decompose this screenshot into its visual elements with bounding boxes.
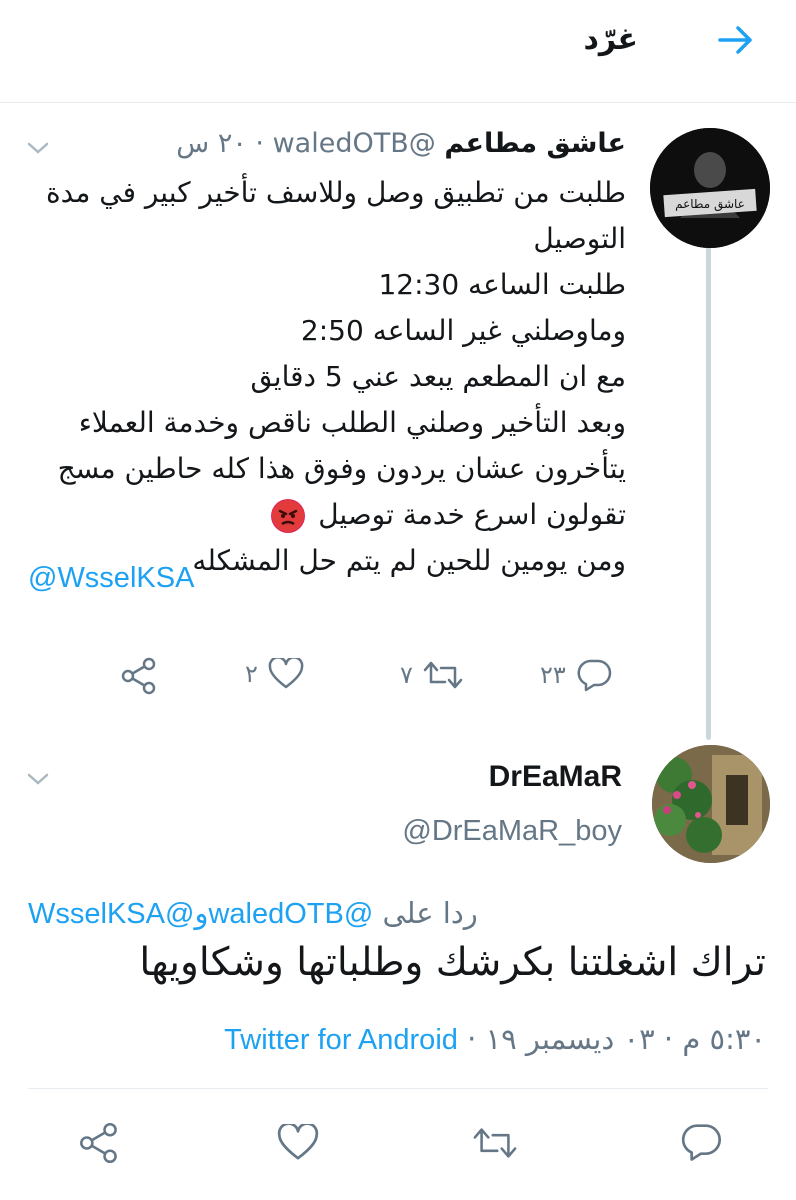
mention-link[interactable]: @WsselKSA <box>28 562 194 595</box>
tweet-timestamp: ٥:٣٠ م · ٠٣ ديسمبر ١٩ · <box>467 1022 766 1056</box>
share-icon[interactable] <box>78 1122 120 1164</box>
heart-icon[interactable] <box>277 1124 319 1162</box>
author-handle[interactable]: @DrEaMaR_boy <box>402 815 622 848</box>
avatar-caption: عاشق مطاعم <box>675 197 745 212</box>
tweet-line: يتأخرون عشان يردون وفوق هذا كله حاطين مس… <box>57 452 626 485</box>
mention-link[interactable]: @waledOTB <box>208 898 373 930</box>
divider <box>28 1088 768 1089</box>
mention-link[interactable]: @WsselKSA <box>28 898 194 930</box>
avatar[interactable] <box>652 745 770 863</box>
retweet-icon <box>423 661 463 689</box>
tweet-line: مع ان المطعم يبعد عني 5 دقايق <box>250 360 626 393</box>
tweet-line: التوصيل <box>533 222 626 255</box>
chevron-down-icon[interactable] <box>26 140 50 156</box>
angry-face-icon <box>271 499 306 533</box>
page-title: غرّد <box>583 22 638 57</box>
tweet-text: طلبت من تطبيق وصل وللاسف تأخير كبير في م… <box>26 170 626 584</box>
like-action[interactable]: ٢ <box>245 658 304 690</box>
tweet-line: وبعد التأخير وصلني الطلب ناقص وخدمة العم… <box>78 406 626 439</box>
reply-count: ٢٣ <box>540 661 566 689</box>
tweet-line: تقولون اسرع خدمة توصيل <box>318 498 626 531</box>
author-name[interactable]: DrEaMaR <box>489 760 622 794</box>
reply-prefix: ردا على <box>382 896 478 930</box>
tweet-header: عاشق مطاعم @waledOTB · ٢٠ س <box>176 128 626 159</box>
author-handle[interactable]: @waledOTB <box>273 128 436 159</box>
reply-and: و <box>194 898 209 930</box>
top-bar: غرّد <box>0 0 796 103</box>
retweet-action[interactable]: ٧ <box>400 658 463 692</box>
heart-icon <box>268 658 304 689</box>
arrow-right-icon <box>718 26 752 54</box>
retweet-count: ٧ <box>400 661 413 689</box>
avatar-image <box>652 745 770 863</box>
back-button[interactable] <box>714 18 758 62</box>
share-action[interactable] <box>120 657 158 695</box>
reply-context: ردا على @waledOTBو@WsselKSA <box>28 896 478 931</box>
reply-icon <box>577 659 612 692</box>
reply-icon[interactable] <box>680 1122 722 1162</box>
tweet-line: طلبت الساعه 12:30 <box>378 268 626 301</box>
tweet-line: وماوصلني غير الساعه 2:50 <box>300 314 626 347</box>
tweet-meta: ٥:٣٠ م · ٠٣ ديسمبر ١٩ · Twitter for Andr… <box>224 1022 766 1057</box>
chevron-down-icon[interactable] <box>26 771 50 787</box>
avatar-image: عاشق مطاعم <box>650 128 770 248</box>
avatar[interactable]: عاشق مطاعم <box>650 128 770 248</box>
retweet-icon[interactable] <box>472 1124 518 1162</box>
tweet-line: طلبت من تطبيق وصل وللاسف تأخير كبير في م… <box>45 176 626 209</box>
tweet-source[interactable]: Twitter for Android <box>224 1024 458 1056</box>
tweet-text: تراك اشغلتنا بكرشك وطلباتها وشكاويها <box>139 940 766 985</box>
tweet-time: ٢٠ س <box>176 128 247 159</box>
tweet-line-with-emoji: تقولون اسرع خدمة توصيل <box>26 492 626 538</box>
share-icon <box>121 657 156 695</box>
author-name[interactable]: عاشق مطاعم <box>444 128 626 159</box>
thread-connector <box>706 240 711 740</box>
reply-action[interactable]: ٢٣ <box>540 658 612 692</box>
like-count: ٢ <box>245 660 258 688</box>
